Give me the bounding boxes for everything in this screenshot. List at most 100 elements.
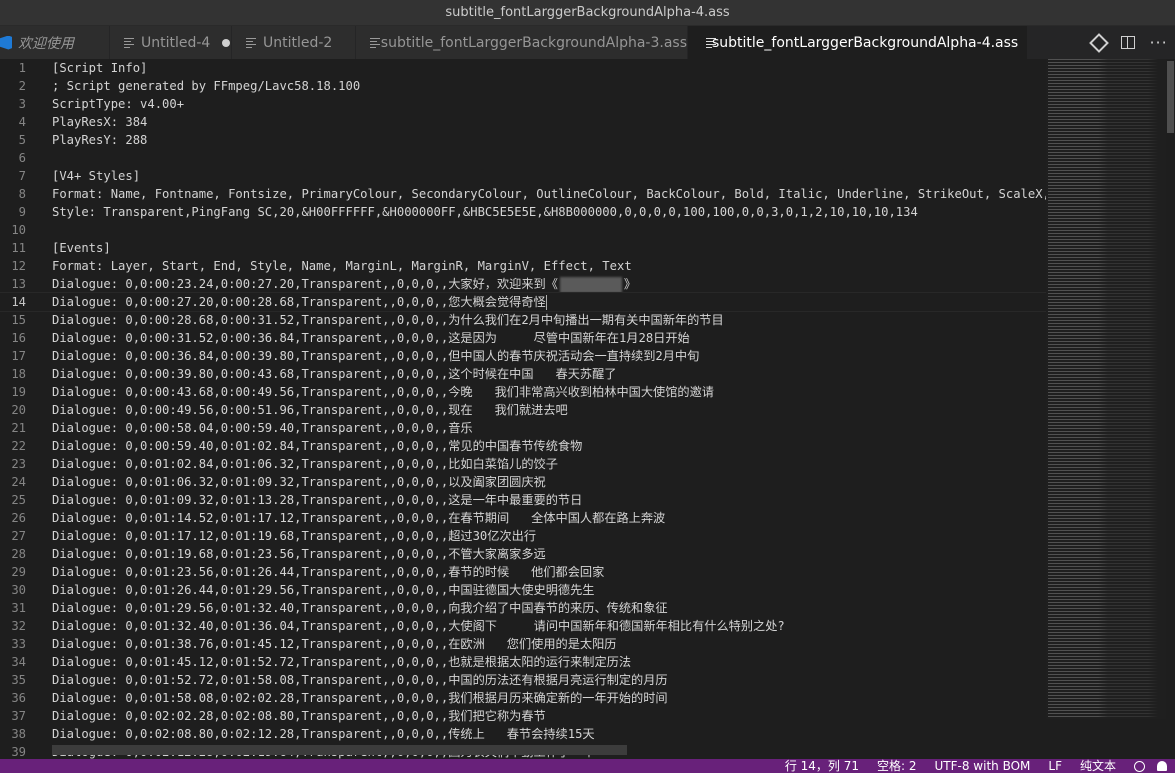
code-line[interactable]: 20 Dialogue: 0,0:00:49.56,0:00:51.96,Tran… <box>0 401 1046 419</box>
line-text: Dialogue: 0,0:01:14.52,0:01:17.12,Transp… <box>52 509 665 527</box>
line-text: Dialogue: 0,0:00:49.56,0:00:51.96,Transp… <box>52 401 568 419</box>
code-line[interactable]: 19 Dialogue: 0,0:00:43.68,0:00:49.56,Tran… <box>0 383 1046 401</box>
code-line[interactable]: 12 Format: Layer, Start, End, Style, Name… <box>0 257 1046 275</box>
unsaved-dot-icon[interactable] <box>222 38 231 47</box>
code-line[interactable]: 10 <box>0 221 1046 239</box>
line-content: Dialogue: 0,0:00:39.80,0:00:43.68,Transp… <box>52 367 617 381</box>
line-number: 24 <box>11 475 26 489</box>
code-line[interactable]: 35 Dialogue: 0,0:01:52.72,0:01:58.08,Tran… <box>0 671 1046 689</box>
line-text: [Script Info] <box>52 59 147 77</box>
line-text: Dialogue: 0,0:00:27.20,0:00:28.68,Transp… <box>52 293 547 311</box>
code-line[interactable]: 1 [Script Info] <box>0 59 1046 77</box>
code-line[interactable]: 15 Dialogue: 0,0:00:28.68,0:00:31.52,Tran… <box>0 311 1046 329</box>
file-icon <box>370 37 380 48</box>
line-number: 17 <box>11 349 26 363</box>
tab-welcome[interactable]: 欢迎使用 <box>0 26 110 59</box>
code-line[interactable]: 21 Dialogue: 0,0:00:58.04,0:00:59.40,Tran… <box>0 419 1046 437</box>
code-line[interactable]: 5 PlayResY: 288 <box>0 131 1046 149</box>
more-actions-icon[interactable]: ··· <box>1149 33 1167 52</box>
tab-untitled-4[interactable]: Untitled-4 <box>110 26 232 59</box>
code-line[interactable]: 18 Dialogue: 0,0:00:39.80,0:00:43.68,Tran… <box>0 365 1046 383</box>
line-number: 1 <box>18 61 26 75</box>
code-line[interactable]: 2 ; Script generated by FFmpeg/Lavc58.18.… <box>0 77 1046 95</box>
code-line[interactable]: 28 Dialogue: 0,0:01:19.68,0:01:23.56,Tran… <box>0 545 1046 563</box>
line-number: 34 <box>11 655 26 669</box>
code-line[interactable]: 6 <box>0 149 1046 167</box>
code-line[interactable]: 14 Dialogue: 0,0:00:27.20,0:00:28.68,Tran… <box>0 292 1046 312</box>
line-content: Dialogue: 0,0:02:08.80,0:02:12.28,Transp… <box>52 727 595 741</box>
line-content: Dialogue: 0,0:00:28.68,0:00:31.52,Transp… <box>52 313 724 327</box>
code-line[interactable]: 32 Dialogue: 0,0:01:32.40,0:01:36.04,Tran… <box>0 617 1046 635</box>
line-text: Dialogue: 0,0:00:23.24,0:00:27.20,Transp… <box>52 275 636 293</box>
code-line[interactable]: 38 Dialogue: 0,0:02:08.80,0:02:12.28,Tran… <box>0 725 1046 743</box>
code-line[interactable]: 31 Dialogue: 0,0:01:29.56,0:01:32.40,Tran… <box>0 599 1046 617</box>
code-line[interactable]: 8 Format: Name, Fontname, Fontsize, Prima… <box>0 185 1046 203</box>
line-number: 2 <box>18 79 26 93</box>
cursor-position[interactable]: 行 14，列 71 <box>785 759 859 773</box>
code-line[interactable]: 17 Dialogue: 0,0:00:36.84,0:00:39.80,Tran… <box>0 347 1046 365</box>
code-line[interactable]: 13 Dialogue: 0,0:00:23.24,0:00:27.20,Tran… <box>0 275 1046 293</box>
code-line[interactable]: 36 Dialogue: 0,0:01:58.08,0:02:02.28,Tran… <box>0 689 1046 707</box>
file-encoding[interactable]: UTF-8 with BOM <box>935 759 1031 773</box>
line-content: [Events] <box>52 241 111 255</box>
end-of-line[interactable]: LF <box>1048 759 1062 773</box>
line-text: ScriptType: v4.00+ <box>52 95 184 113</box>
line-content: Dialogue: 0,0:00:43.68,0:00:49.56,Transp… <box>52 385 714 399</box>
code-line[interactable]: 7 [V4+ Styles] <box>0 167 1046 185</box>
vertical-scrollbar[interactable] <box>1166 59 1175 759</box>
feedback-smiley-icon[interactable] <box>1134 760 1145 772</box>
code-line[interactable]: 23 Dialogue: 0,0:01:02.84,0:01:06.32,Tran… <box>0 455 1046 473</box>
indentation[interactable]: 空格: 2 <box>877 759 917 773</box>
line-text: ; Script generated by FFmpeg/Lavc58.18.1… <box>52 77 360 95</box>
tab-subtitle-3[interactable]: subtitle_fontLarggerBackgroundAlpha-3.as… <box>356 26 688 59</box>
line-number: 37 <box>11 709 26 723</box>
code-line[interactable]: 37 Dialogue: 0,0:02:02.28,0:02:08.80,Tran… <box>0 707 1046 725</box>
line-text: Format: Name, Fontname, Fontsize, Primar… <box>52 185 1046 203</box>
code-line[interactable]: 9 Style: Transparent,PingFang SC,20,&H00F… <box>0 203 1046 221</box>
line-text: Dialogue: 0,0:01:45.12,0:01:52.72,Transp… <box>52 653 631 671</box>
split-editor-icon[interactable] <box>1120 36 1135 49</box>
line-text: Dialogue: 0,0:00:59.40,0:01:02.84,Transp… <box>52 437 582 455</box>
code-line[interactable]: 4 PlayResX: 384 <box>0 113 1046 131</box>
code-line[interactable]: 24 Dialogue: 0,0:01:06.32,0:01:09.32,Tran… <box>0 473 1046 491</box>
line-content: Style: Transparent,PingFang SC,20,&H00FF… <box>52 205 918 219</box>
code-line[interactable]: 25 Dialogue: 0,0:01:09.32,0:01:13.28,Tran… <box>0 491 1046 509</box>
line-text: Style: Transparent,PingFang SC,20,&H00FF… <box>52 203 918 221</box>
code-line[interactable]: 3 ScriptType: v4.00+ <box>0 95 1046 113</box>
code-line[interactable]: 16 Dialogue: 0,0:00:31.52,0:00:36.84,Tran… <box>0 329 1046 347</box>
code-line[interactable]: 29 Dialogue: 0,0:01:23.56,0:01:26.44,Tran… <box>0 563 1046 581</box>
line-text: Dialogue: 0,0:02:08.80,0:02:12.28,Transp… <box>52 725 595 743</box>
line-text: Dialogue: 0,0:01:29.56,0:01:32.40,Transp… <box>52 599 668 617</box>
tab-label: Untitled-4 <box>141 34 211 51</box>
code-editor[interactable]: 1 [Script Info] 2 ; Script generated by FFm… <box>0 59 1046 759</box>
tab-untitled-2[interactable]: Untitled-2 <box>232 26 356 59</box>
code-line[interactable]: 22 Dialogue: 0,0:00:59.40,0:01:02.84,Tran… <box>0 437 1046 455</box>
line-number: 6 <box>18 151 26 165</box>
tab-subtitle-4[interactable]: subtitle_fontLarggerBackgroundAlpha-4.as… <box>688 26 1028 59</box>
code-line[interactable]: 11 [Events] <box>0 239 1046 257</box>
line-number: 3 <box>18 97 26 111</box>
code-line[interactable]: 33 Dialogue: 0,0:01:38.76,0:01:45.12,Tran… <box>0 635 1046 653</box>
code-line[interactable]: 27 Dialogue: 0,0:01:17.12,0:01:19.68,Tran… <box>0 527 1046 545</box>
line-number: 26 <box>11 511 26 525</box>
code-line[interactable]: 26 Dialogue: 0,0:01:14.52,0:01:17.12,Tran… <box>0 509 1046 527</box>
line-text: [Events] <box>52 239 111 257</box>
notifications-bell-icon[interactable] <box>1157 761 1167 771</box>
line-number: 16 <box>11 331 26 345</box>
editor-actions: ··· <box>1085 26 1175 59</box>
language-mode[interactable]: 纯文本 <box>1080 759 1116 773</box>
line-text: [V4+ Styles] <box>52 167 140 185</box>
line-number: 15 <box>11 313 26 327</box>
horizontal-scrollbar-thumb[interactable] <box>52 745 627 755</box>
code-line[interactable]: 34 Dialogue: 0,0:01:45.12,0:01:52.72,Tran… <box>0 653 1046 671</box>
code-line[interactable]: 30 Dialogue: 0,0:01:26.44,0:01:29.56,Tran… <box>0 581 1046 599</box>
line-number: 23 <box>11 457 26 471</box>
line-text: Dialogue: 0,0:01:19.68,0:01:23.56,Transp… <box>52 545 546 563</box>
vertical-scrollbar-thumb[interactable] <box>1167 61 1174 133</box>
line-content: Dialogue: 0,0:02:02.28,0:02:08.80,Transp… <box>52 709 546 723</box>
line-content: Dialogue: 0,0:01:17.12,0:01:19.68,Transp… <box>52 529 537 543</box>
open-changes-icon[interactable] <box>1089 32 1110 53</box>
tab-label: subtitle_fontLarggerBackgroundAlpha-3.as… <box>380 34 687 51</box>
minimap[interactable] <box>1046 59 1166 719</box>
line-content: Dialogue: 0,0:01:09.32,0:01:13.28,Transp… <box>52 493 583 507</box>
